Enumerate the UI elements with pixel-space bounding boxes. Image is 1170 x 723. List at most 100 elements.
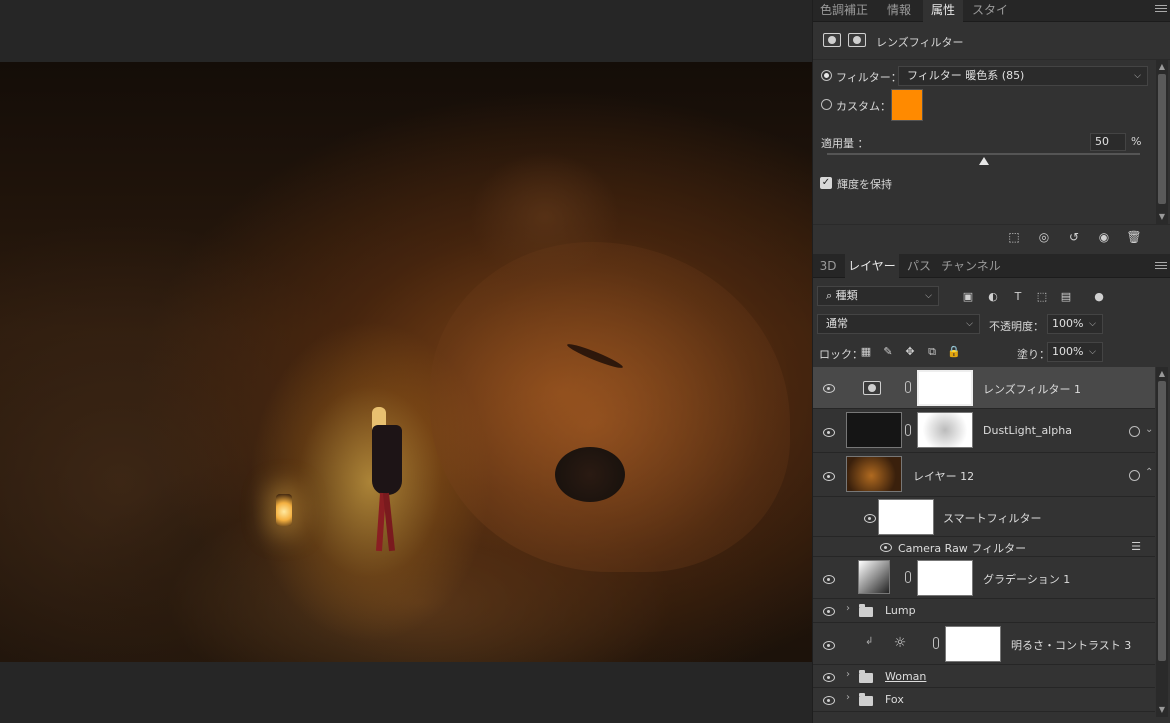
layer-row-dustlight[interactable]: DustLight_alpha ⌄	[813, 409, 1155, 453]
filter-toggle-icon[interactable]: ●	[1092, 290, 1106, 304]
opacity-input[interactable]: 100% ⌵	[1047, 314, 1103, 334]
layer-mask-thumbnail[interactable]	[917, 412, 973, 448]
scroll-up-icon[interactable]: ▲	[1156, 369, 1168, 379]
adjustment-filter-icon[interactable]: ◐	[986, 290, 1000, 304]
layer-row-gradient[interactable]: グラデーション 1	[813, 557, 1155, 599]
layer-row-lens-filter[interactable]: レンズフィルター 1	[813, 367, 1155, 409]
chevron-down-icon[interactable]: ⌄	[1145, 424, 1153, 435]
reset-icon[interactable]: ↺	[1065, 230, 1083, 244]
shape-filter-icon[interactable]: ⬚	[1035, 290, 1049, 304]
layers-scroll-thumb[interactable]	[1158, 381, 1166, 661]
layer-thumbnail[interactable]	[846, 456, 902, 492]
layer-row-lump[interactable]: › Lump	[813, 599, 1155, 623]
view-previous-state-icon[interactable]: ◎	[1035, 230, 1053, 244]
density-slider-thumb[interactable]	[978, 157, 989, 165]
blend-row: 通常 ⌵ 不透明度： 100% ⌵	[813, 312, 1170, 338]
density-slider-track[interactable]	[827, 153, 1140, 155]
mask-icon[interactable]	[848, 33, 866, 47]
layer-row-camera-raw[interactable]: Camera Raw フィルター ☰	[813, 537, 1155, 557]
chevron-up-icon[interactable]: ⌃	[1145, 467, 1153, 478]
layer-name: Fox	[885, 693, 904, 706]
chevron-right-icon[interactable]: ›	[846, 603, 850, 614]
preserve-luminosity-checkbox[interactable]: ✓	[820, 177, 832, 189]
smart-filter-mask-thumbnail[interactable]	[878, 499, 934, 535]
eye-icon[interactable]	[879, 543, 893, 552]
chevron-right-icon[interactable]: ›	[846, 692, 850, 703]
eye-icon[interactable]	[822, 428, 836, 437]
scroll-down-icon[interactable]: ▼	[1156, 705, 1168, 715]
lock-transparency-icon[interactable]: ▦	[859, 345, 873, 359]
tab-adjustments[interactable]: 色調補正	[813, 0, 875, 22]
type-filter-icon[interactable]: T	[1011, 290, 1025, 304]
density-input[interactable]: 50	[1090, 133, 1126, 151]
layer-row-smart-filter[interactable]: スマートフィルター	[813, 497, 1155, 537]
layer-row-woman[interactable]: › Woman	[813, 665, 1155, 688]
eye-icon[interactable]	[822, 472, 836, 481]
layer-thumbnail[interactable]	[846, 412, 902, 448]
lock-all-icon[interactable]: 🔒	[947, 345, 961, 359]
chain-link-icon[interactable]	[905, 571, 911, 583]
layer-mask-thumbnail[interactable]	[917, 560, 973, 596]
search-icon: ⌕	[826, 289, 836, 302]
chain-link-icon[interactable]	[905, 424, 911, 436]
scroll-up-icon[interactable]: ▲	[1156, 62, 1168, 72]
custom-color-swatch[interactable]	[891, 89, 923, 121]
chain-link-icon[interactable]	[905, 381, 911, 393]
layer-row-layer-12[interactable]: レイヤー 12 ⌃	[813, 453, 1155, 497]
lens-filter-adjustment-icon	[863, 381, 881, 395]
filter-radio[interactable]	[821, 70, 832, 81]
properties-header: レンズフィルター	[813, 22, 1170, 60]
fox-nose	[555, 447, 625, 502]
eye-icon[interactable]	[822, 607, 836, 616]
eye-icon[interactable]	[822, 384, 836, 393]
clip-to-layer-icon[interactable]: ⬚	[1005, 230, 1023, 244]
panel-menu-icon[interactable]	[1155, 3, 1167, 15]
lock-position-icon[interactable]: ✥	[903, 345, 917, 359]
chevron-down-icon: ⌵	[1134, 71, 1141, 81]
layer-name: レンズフィルター 1	[983, 383, 1082, 396]
layers-panel-menu-icon[interactable]	[1155, 260, 1167, 272]
layers-scrollbar[interactable]: ▲ ▼	[1156, 367, 1168, 717]
smart-object-filter-icon[interactable]: ▤	[1059, 290, 1073, 304]
layer-row-fox[interactable]: › Fox	[813, 688, 1155, 712]
tab-info[interactable]: 情報	[879, 0, 919, 22]
filter-label: フィルター：	[836, 71, 902, 84]
lock-image-icon[interactable]: ✎	[881, 345, 895, 359]
layer-row-brightness-contrast[interactable]: ↲ ☼ 明るさ・コントラスト 3	[813, 623, 1155, 665]
lock-artboard-icon[interactable]: ⧉	[925, 345, 939, 359]
trash-icon[interactable]: 🗑	[1125, 230, 1143, 244]
layer-mask-thumbnail[interactable]	[917, 370, 973, 406]
fill-input[interactable]: 100% ⌵	[1047, 342, 1103, 362]
tab-paths[interactable]: パス	[903, 254, 935, 278]
filter-dropdown[interactable]: フィルター 暖色系 (85) ⌵	[898, 66, 1148, 86]
woman-figure	[366, 407, 406, 557]
chevron-right-icon[interactable]: ›	[846, 669, 850, 680]
eye-icon[interactable]	[822, 641, 836, 650]
filter-options-icon[interactable]: ☰	[1129, 540, 1143, 554]
tab-layers[interactable]: レイヤー	[845, 254, 899, 278]
tab-properties[interactable]: 属性	[923, 0, 963, 22]
chevron-down-icon: ⌵	[1089, 319, 1096, 329]
scroll-down-icon[interactable]: ▼	[1156, 212, 1168, 222]
eye-icon[interactable]	[822, 673, 836, 682]
tab-channels[interactable]: チャンネル	[941, 254, 1001, 278]
custom-radio[interactable]	[821, 99, 832, 110]
tab-3d[interactable]: 3D	[817, 254, 839, 278]
properties-scroll-thumb[interactable]	[1158, 74, 1166, 204]
document-image[interactable]	[0, 62, 812, 662]
eye-icon[interactable]	[822, 575, 836, 584]
layer-mask-thumbnail[interactable]	[945, 626, 1001, 662]
density-label: 適用量 ：	[821, 137, 869, 150]
blend-mode-dropdown[interactable]: 通常 ⌵	[817, 314, 980, 334]
layer-kind-dropdown[interactable]: ⌕ 種類 ⌵	[817, 286, 939, 306]
eye-icon[interactable]	[863, 514, 877, 523]
pixel-filter-icon[interactable]: ▣	[961, 290, 975, 304]
tab-styles[interactable]: スタイル	[967, 0, 1013, 37]
filter-dropdown-value: フィルター 暖色系 (85)	[907, 69, 1025, 82]
chain-link-icon[interactable]	[933, 637, 939, 649]
visibility-icon[interactable]: ◉	[1095, 230, 1113, 244]
eye-icon[interactable]	[822, 696, 836, 705]
properties-scrollbar[interactable]: ▲ ▼	[1156, 60, 1168, 224]
document-canvas-area[interactable]	[0, 0, 812, 723]
lens-filter-icon[interactable]	[823, 33, 841, 47]
